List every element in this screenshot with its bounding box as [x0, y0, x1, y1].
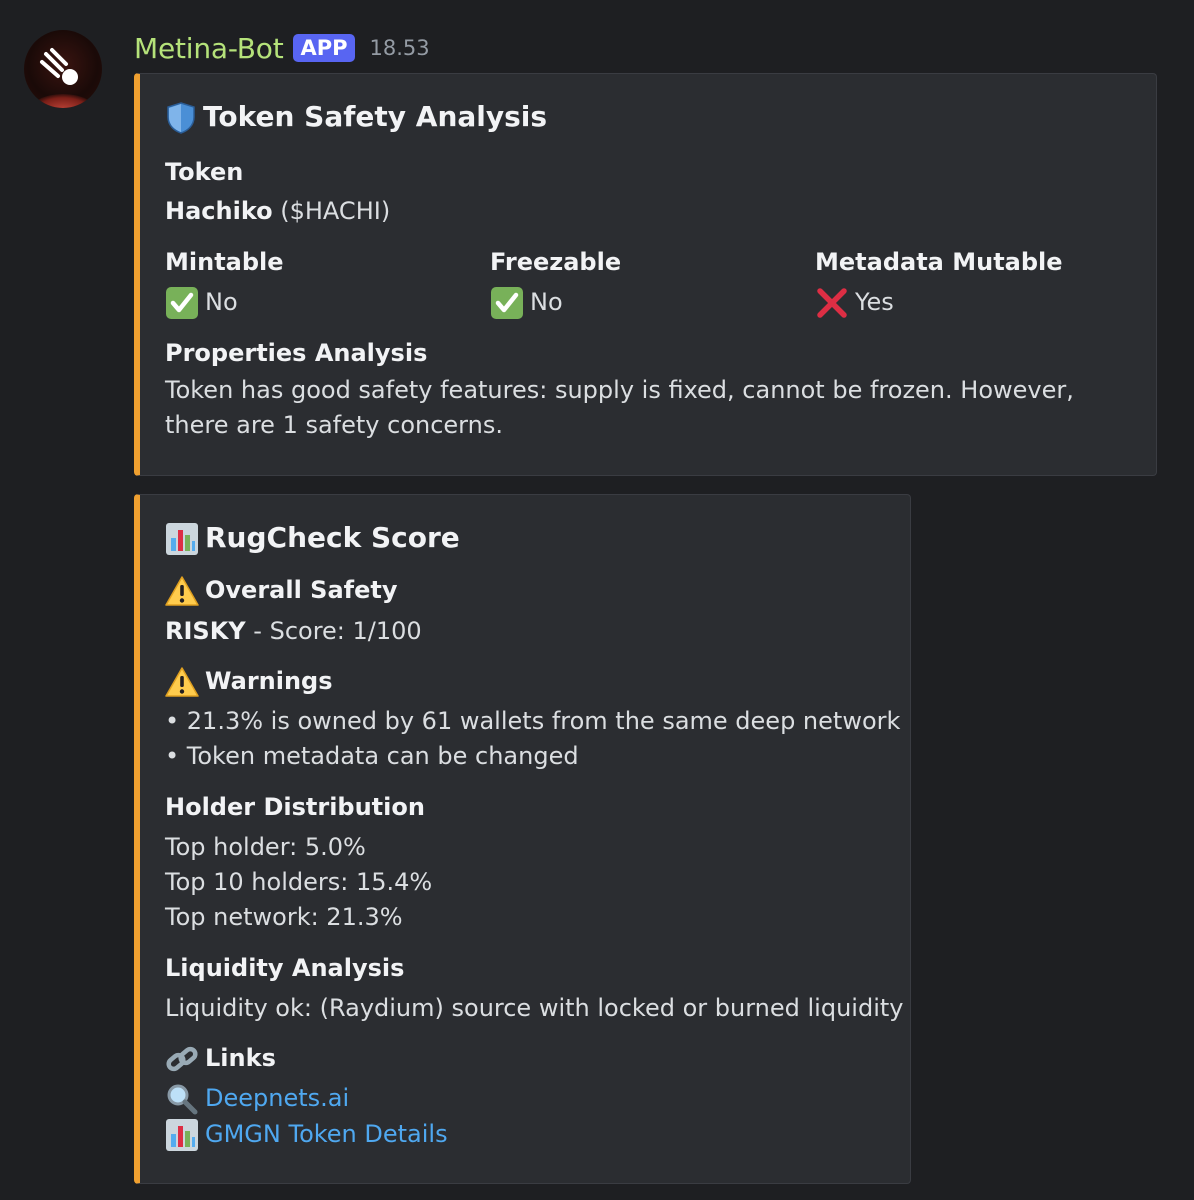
check-mark-icon: [166, 287, 198, 319]
rugcheck-embed: RugCheck Score Overall Safety RISKY - Sc…: [134, 494, 911, 1184]
overall-safety-value: RISKY - Score: 1/100: [165, 617, 422, 645]
warnings-label-text: Warnings: [205, 667, 333, 695]
field-metadata-mutable-label: Metadata Mutable: [815, 248, 1063, 276]
safety-score: - Score: 1/100: [245, 617, 422, 645]
field-mintable-label: Mintable: [165, 248, 284, 276]
embed-title: Token Safety Analysis: [165, 100, 547, 135]
holder-line: Top holder: 5.0%: [165, 833, 366, 861]
token-label: Token: [165, 158, 244, 186]
field-mintable-value-text: No: [205, 288, 238, 316]
field-mintable-value: No: [165, 286, 238, 320]
links-label: Links: [165, 1043, 276, 1075]
holder-line: Top 10 holders: 15.4%: [165, 868, 433, 896]
author-name[interactable]: Metina-Bot: [134, 32, 284, 65]
link-deepnets[interactable]: Deepnets.ai: [165, 1083, 349, 1115]
token-name: Hachiko: [165, 197, 273, 225]
link-icon: [166, 1046, 198, 1072]
warning-icon: [165, 576, 199, 606]
link-gmgn-text[interactable]: GMGN Token Details: [205, 1120, 448, 1148]
magnifier-icon: [167, 1084, 198, 1115]
app-badge: APP: [293, 34, 355, 62]
field-freezable-value-text: No: [530, 288, 563, 316]
token-value: Hachiko ($HACHI): [165, 197, 390, 225]
liquidity-analysis-text: Liquidity ok: (Raydium) source with lock…: [165, 994, 904, 1022]
properties-analysis-label: Properties Analysis: [165, 339, 428, 367]
comet-icon: [40, 48, 78, 85]
message-timestamp[interactable]: 18.53: [370, 36, 430, 60]
safety-status: RISKY: [165, 617, 246, 645]
shield-icon: [167, 102, 195, 134]
bar-chart-icon: [166, 523, 198, 555]
bot-avatar[interactable]: [24, 30, 102, 108]
embed-title: RugCheck Score: [165, 521, 460, 556]
overall-safety-label: Overall Safety: [165, 575, 397, 607]
link-gmgn-token-details[interactable]: GMGN Token Details: [165, 1118, 448, 1152]
links-label-text: Links: [205, 1044, 276, 1072]
field-metadata-mutable-value-text: Yes: [855, 288, 894, 316]
message-header: Metina-Bot APP 18.53: [134, 30, 430, 66]
link-deepnets-text[interactable]: Deepnets.ai: [205, 1084, 349, 1112]
holder-distribution-label: Holder Distribution: [165, 793, 425, 821]
check-mark-icon: [491, 287, 523, 319]
token-symbol: ($HACHI): [272, 197, 391, 225]
liquidity-analysis-label: Liquidity Analysis: [165, 954, 405, 982]
overall-safety-label-text: Overall Safety: [205, 576, 398, 604]
cross-mark-icon: [817, 288, 847, 318]
warning-icon: [165, 667, 199, 697]
field-freezable-label: Freezable: [490, 248, 622, 276]
bar-chart-icon: [166, 1119, 198, 1151]
warning-item: • Token metadata can be changed: [165, 742, 579, 770]
embed-title-text: RugCheck Score: [205, 521, 460, 554]
properties-analysis-text: Token has good safety features: supply i…: [165, 376, 1074, 439]
warning-item: • 21.3% is owned by 61 wallets from the …: [165, 707, 901, 735]
embed-title-text: Token Safety Analysis: [203, 100, 548, 133]
field-freezable-value: No: [490, 286, 563, 320]
warnings-label: Warnings: [165, 666, 333, 698]
holder-line: Top network: 21.3%: [165, 903, 403, 931]
field-metadata-mutable-value: Yes: [815, 286, 894, 320]
token-safety-embed: Token Safety Analysis Token Hachiko ($HA…: [134, 73, 1157, 476]
